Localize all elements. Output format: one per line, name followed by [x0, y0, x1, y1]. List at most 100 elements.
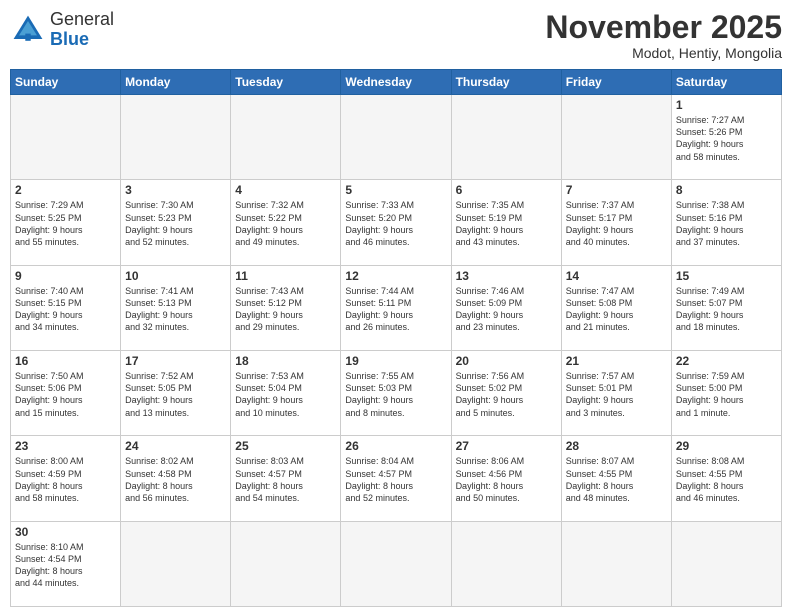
day-info: Sunrise: 8:10 AMSunset: 4:54 PMDaylight:…: [15, 541, 116, 590]
day-number: 7: [566, 183, 667, 197]
calendar-row-3: 9 Sunrise: 7:40 AMSunset: 5:15 PMDayligh…: [11, 265, 782, 350]
page-container: General Blue November 2025 Modot, Hentiy…: [0, 0, 792, 612]
day-info: Sunrise: 7:46 AMSunset: 5:09 PMDaylight:…: [456, 285, 557, 334]
day-number: 21: [566, 354, 667, 368]
day-22: 22 Sunrise: 7:59 AMSunset: 5:00 PMDaylig…: [671, 351, 781, 436]
calendar-row-2: 2 Sunrise: 7:29 AMSunset: 5:25 PMDayligh…: [11, 180, 782, 265]
day-11: 11 Sunrise: 7:43 AMSunset: 5:12 PMDaylig…: [231, 265, 341, 350]
day-2: 2 Sunrise: 7:29 AMSunset: 5:25 PMDayligh…: [11, 180, 121, 265]
day-8: 8 Sunrise: 7:38 AMSunset: 5:16 PMDayligh…: [671, 180, 781, 265]
day-info: Sunrise: 7:41 AMSunset: 5:13 PMDaylight:…: [125, 285, 226, 334]
day-27: 27 Sunrise: 8:06 AMSunset: 4:56 PMDaylig…: [451, 436, 561, 521]
day-number: 24: [125, 439, 226, 453]
day-info: Sunrise: 7:55 AMSunset: 5:03 PMDaylight:…: [345, 370, 446, 419]
day-info: Sunrise: 7:27 AMSunset: 5:26 PMDaylight:…: [676, 114, 777, 163]
day-16: 16 Sunrise: 7:50 AMSunset: 5:06 PMDaylig…: [11, 351, 121, 436]
empty-cell: [231, 95, 341, 180]
day-number: 27: [456, 439, 557, 453]
empty-cell: [671, 521, 781, 606]
day-4: 4 Sunrise: 7:32 AMSunset: 5:22 PMDayligh…: [231, 180, 341, 265]
day-number: 25: [235, 439, 336, 453]
day-28: 28 Sunrise: 8:07 AMSunset: 4:55 PMDaylig…: [561, 436, 671, 521]
day-info: Sunrise: 7:30 AMSunset: 5:23 PMDaylight:…: [125, 199, 226, 248]
day-info: Sunrise: 8:06 AMSunset: 4:56 PMDaylight:…: [456, 455, 557, 504]
day-number: 5: [345, 183, 446, 197]
day-info: Sunrise: 7:38 AMSunset: 5:16 PMDaylight:…: [676, 199, 777, 248]
day-number: 16: [15, 354, 116, 368]
day-number: 4: [235, 183, 336, 197]
logo-text: General Blue: [50, 10, 114, 50]
empty-cell: [121, 521, 231, 606]
day-number: 3: [125, 183, 226, 197]
calendar-row-4: 16 Sunrise: 7:50 AMSunset: 5:06 PMDaylig…: [11, 351, 782, 436]
day-info: Sunrise: 8:04 AMSunset: 4:57 PMDaylight:…: [345, 455, 446, 504]
day-number: 20: [456, 354, 557, 368]
day-number: 30: [15, 525, 116, 539]
day-info: Sunrise: 7:33 AMSunset: 5:20 PMDaylight:…: [345, 199, 446, 248]
day-26: 26 Sunrise: 8:04 AMSunset: 4:57 PMDaylig…: [341, 436, 451, 521]
month-title: November 2025: [545, 10, 782, 45]
day-6: 6 Sunrise: 7:35 AMSunset: 5:19 PMDayligh…: [451, 180, 561, 265]
day-number: 26: [345, 439, 446, 453]
empty-cell: [231, 521, 341, 606]
day-info: Sunrise: 7:49 AMSunset: 5:07 PMDaylight:…: [676, 285, 777, 334]
day-info: Sunrise: 8:08 AMSunset: 4:55 PMDaylight:…: [676, 455, 777, 504]
logo-general: General: [50, 9, 114, 29]
page-header: General Blue November 2025 Modot, Hentiy…: [10, 10, 782, 61]
day-19: 19 Sunrise: 7:55 AMSunset: 5:03 PMDaylig…: [341, 351, 451, 436]
day-info: Sunrise: 8:07 AMSunset: 4:55 PMDaylight:…: [566, 455, 667, 504]
location: Modot, Hentiy, Mongolia: [545, 45, 782, 61]
day-23: 23 Sunrise: 8:00 AMSunset: 4:59 PMDaylig…: [11, 436, 121, 521]
day-info: Sunrise: 7:32 AMSunset: 5:22 PMDaylight:…: [235, 199, 336, 248]
logo-blue: Blue: [50, 29, 89, 49]
day-number: 9: [15, 269, 116, 283]
day-5: 5 Sunrise: 7:33 AMSunset: 5:20 PMDayligh…: [341, 180, 451, 265]
day-info: Sunrise: 7:52 AMSunset: 5:05 PMDaylight:…: [125, 370, 226, 419]
day-24: 24 Sunrise: 8:02 AMSunset: 4:58 PMDaylig…: [121, 436, 231, 521]
day-info: Sunrise: 7:43 AMSunset: 5:12 PMDaylight:…: [235, 285, 336, 334]
calendar-row-1: 1 Sunrise: 7:27 AMSunset: 5:26 PMDayligh…: [11, 95, 782, 180]
day-15: 15 Sunrise: 7:49 AMSunset: 5:07 PMDaylig…: [671, 265, 781, 350]
logo: General Blue: [10, 10, 114, 50]
header-thursday: Thursday: [451, 70, 561, 95]
day-info: Sunrise: 7:56 AMSunset: 5:02 PMDaylight:…: [456, 370, 557, 419]
day-1: 1 Sunrise: 7:27 AMSunset: 5:26 PMDayligh…: [671, 95, 781, 180]
day-13: 13 Sunrise: 7:46 AMSunset: 5:09 PMDaylig…: [451, 265, 561, 350]
day-7: 7 Sunrise: 7:37 AMSunset: 5:17 PMDayligh…: [561, 180, 671, 265]
day-number: 15: [676, 269, 777, 283]
calendar-table: Sunday Monday Tuesday Wednesday Thursday…: [10, 69, 782, 607]
day-info: Sunrise: 7:40 AMSunset: 5:15 PMDaylight:…: [15, 285, 116, 334]
day-number: 23: [15, 439, 116, 453]
day-3: 3 Sunrise: 7:30 AMSunset: 5:23 PMDayligh…: [121, 180, 231, 265]
calendar-row-5: 23 Sunrise: 8:00 AMSunset: 4:59 PMDaylig…: [11, 436, 782, 521]
day-info: Sunrise: 8:03 AMSunset: 4:57 PMDaylight:…: [235, 455, 336, 504]
day-info: Sunrise: 7:50 AMSunset: 5:06 PMDaylight:…: [15, 370, 116, 419]
empty-cell: [561, 95, 671, 180]
calendar-row-6: 30 Sunrise: 8:10 AMSunset: 4:54 PMDaylig…: [11, 521, 782, 606]
day-info: Sunrise: 7:29 AMSunset: 5:25 PMDaylight:…: [15, 199, 116, 248]
day-info: Sunrise: 8:02 AMSunset: 4:58 PMDaylight:…: [125, 455, 226, 504]
day-number: 22: [676, 354, 777, 368]
day-number: 29: [676, 439, 777, 453]
header-saturday: Saturday: [671, 70, 781, 95]
day-20: 20 Sunrise: 7:56 AMSunset: 5:02 PMDaylig…: [451, 351, 561, 436]
day-25: 25 Sunrise: 8:03 AMSunset: 4:57 PMDaylig…: [231, 436, 341, 521]
header-sunday: Sunday: [11, 70, 121, 95]
day-info: Sunrise: 7:37 AMSunset: 5:17 PMDaylight:…: [566, 199, 667, 248]
day-number: 28: [566, 439, 667, 453]
day-number: 11: [235, 269, 336, 283]
day-info: Sunrise: 7:57 AMSunset: 5:01 PMDaylight:…: [566, 370, 667, 419]
empty-cell: [341, 95, 451, 180]
day-12: 12 Sunrise: 7:44 AMSunset: 5:11 PMDaylig…: [341, 265, 451, 350]
header-wednesday: Wednesday: [341, 70, 451, 95]
day-17: 17 Sunrise: 7:52 AMSunset: 5:05 PMDaylig…: [121, 351, 231, 436]
day-number: 10: [125, 269, 226, 283]
day-number: 2: [15, 183, 116, 197]
day-14: 14 Sunrise: 7:47 AMSunset: 5:08 PMDaylig…: [561, 265, 671, 350]
day-info: Sunrise: 7:44 AMSunset: 5:11 PMDaylight:…: [345, 285, 446, 334]
weekday-header-row: Sunday Monday Tuesday Wednesday Thursday…: [11, 70, 782, 95]
day-number: 6: [456, 183, 557, 197]
day-info: Sunrise: 7:53 AMSunset: 5:04 PMDaylight:…: [235, 370, 336, 419]
empty-cell: [451, 521, 561, 606]
day-number: 12: [345, 269, 446, 283]
